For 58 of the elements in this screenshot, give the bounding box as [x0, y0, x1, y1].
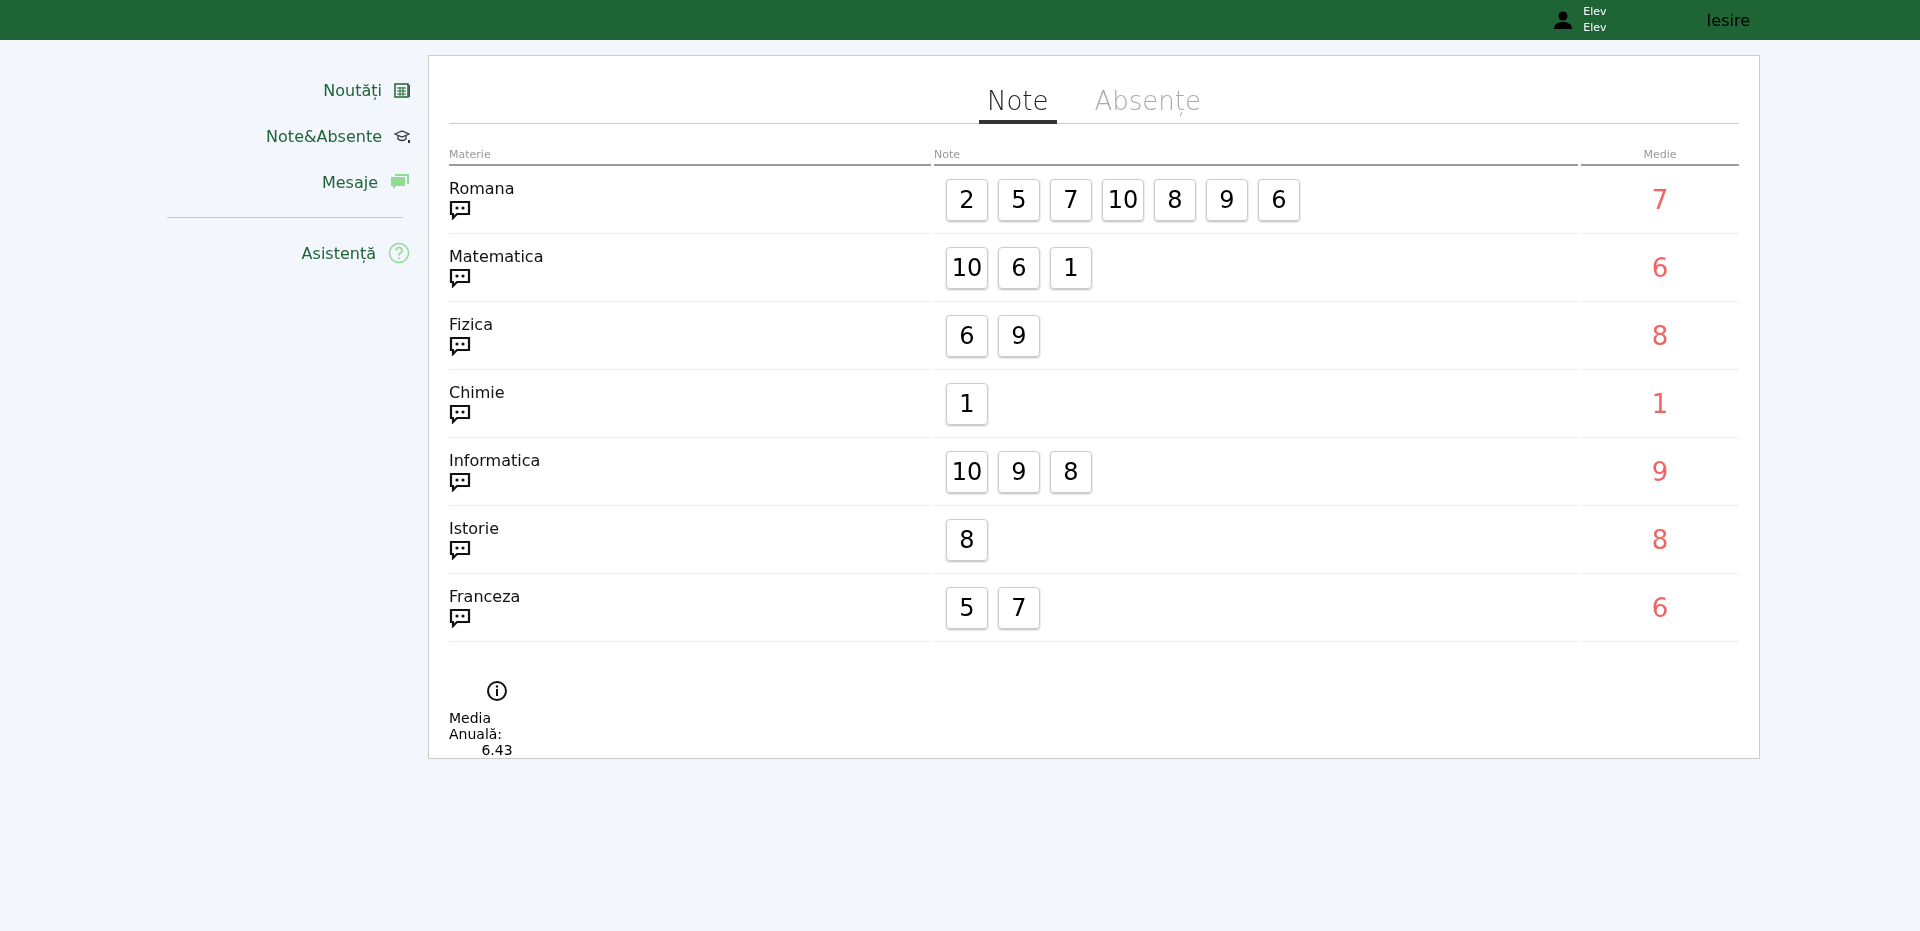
graduation-cap-icon	[394, 128, 410, 144]
comment-icon[interactable]	[449, 404, 471, 424]
sidebar-item[interactable]: Mesaje	[321, 159, 410, 205]
annual-average-label: Media Anuală:	[449, 710, 504, 742]
annual-average-value: 6.43	[481, 742, 513, 758]
average-value: 8	[1651, 524, 1669, 555]
chat-bubbles-icon	[390, 173, 410, 191]
sidebar-item[interactable]: Noutăți	[323, 67, 410, 113]
grade-tile[interactable]: 10	[1102, 178, 1144, 221]
grade-tile[interactable]: 2	[946, 178, 988, 221]
comment-icon[interactable]	[449, 336, 471, 356]
comment-icon[interactable]	[449, 472, 471, 492]
comment-icon[interactable]	[449, 608, 471, 628]
grade-tile[interactable]: 6	[998, 246, 1040, 289]
sidebar-item[interactable]: Asistență	[301, 230, 410, 276]
comment-icon[interactable]	[449, 200, 471, 220]
subject-name: Chimie	[449, 383, 505, 402]
grade-tile[interactable]: 5	[998, 178, 1040, 221]
average-value: 6	[1651, 252, 1669, 283]
average-value: 9	[1651, 456, 1669, 487]
grade-tile[interactable]: 5	[946, 586, 988, 629]
table-icon	[394, 82, 410, 98]
grade-tile[interactable]: 1	[1050, 246, 1092, 289]
column-header: Medie	[1581, 148, 1739, 166]
user-name: Elev	[1583, 4, 1607, 20]
grade-tile[interactable]: 7	[998, 586, 1040, 629]
average-value: 1	[1651, 388, 1669, 419]
sidebar-item[interactable]: Note&Absente	[266, 113, 410, 159]
grade-tile[interactable]: 6	[946, 314, 988, 357]
grade-tile[interactable]: 10	[946, 450, 988, 493]
subject-name: Istorie	[449, 519, 499, 538]
subject-name: Fizica	[449, 315, 493, 334]
subject-name: Franceza	[449, 587, 521, 606]
grade-tile[interactable]: 10	[946, 246, 988, 289]
grade-tile[interactable]: 8	[946, 518, 988, 561]
average-value: 8	[1651, 320, 1669, 351]
info-icon[interactable]	[486, 680, 508, 702]
average-value: 6	[1651, 592, 1669, 623]
average-value: 7	[1651, 184, 1669, 215]
grade-tile[interactable]: 6	[1258, 178, 1300, 221]
user-icon	[1553, 10, 1574, 30]
grade-tile[interactable]: 1	[946, 382, 988, 425]
grade-tile[interactable]: 8	[1154, 178, 1196, 221]
column-header: Note	[934, 148, 1578, 166]
grade-tile[interactable]: 9	[998, 450, 1040, 493]
subject-name: Matematica	[449, 247, 544, 266]
help-icon	[388, 242, 410, 264]
grade-tile[interactable]: 8	[1050, 450, 1092, 493]
subject-name: Romana	[449, 179, 515, 198]
comment-icon[interactable]	[449, 540, 471, 560]
grade-tile[interactable]: 9	[1206, 178, 1248, 221]
grade-tile[interactable]: 7	[1050, 178, 1092, 221]
user-role: Elev	[1583, 20, 1607, 36]
subject-name: Informatica	[449, 451, 541, 470]
comment-icon[interactable]	[449, 268, 471, 288]
tab[interactable]: Note	[978, 86, 1057, 124]
column-header: Materie	[449, 148, 931, 166]
grade-tile[interactable]: 9	[998, 314, 1040, 357]
